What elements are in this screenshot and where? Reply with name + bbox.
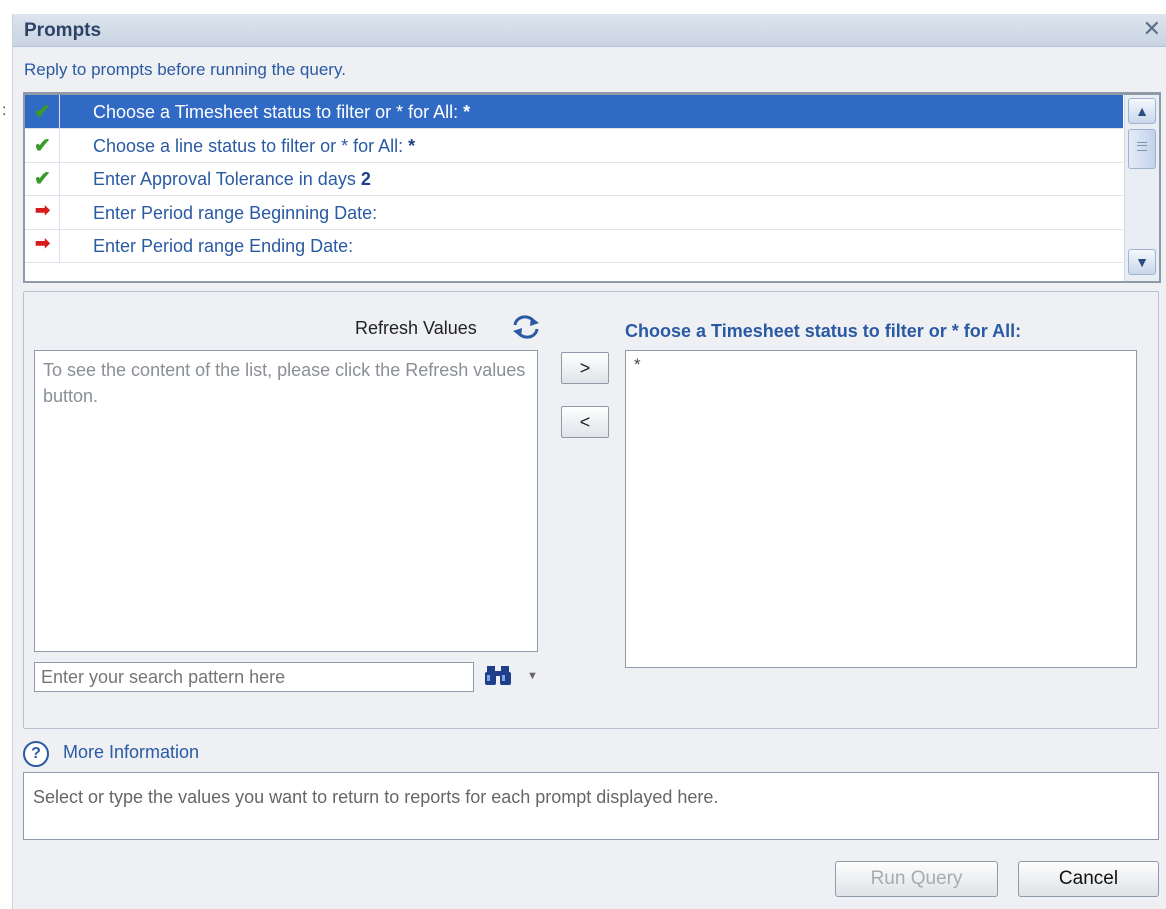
prompt-status-cell: ✔ bbox=[25, 162, 60, 195]
edge-mark: : bbox=[2, 102, 7, 119]
prompts-dialog: Prompts ✕ Reply to prompts before runnin… bbox=[12, 14, 1166, 909]
search-options-chevron-down-icon[interactable]: ▼ bbox=[527, 670, 538, 682]
available-values-hint: To see the content of the list, please c… bbox=[43, 360, 526, 406]
selected-values-list[interactable]: * bbox=[625, 350, 1137, 668]
prompt-row[interactable]: ➡ Enter Period range Ending Date: bbox=[25, 229, 1123, 263]
prompt-value: * bbox=[408, 135, 416, 156]
cancel-button[interactable]: Cancel bbox=[1018, 861, 1159, 897]
prompt-row[interactable]: ➡ Enter Period range Beginning Date: bbox=[25, 195, 1123, 230]
selected-values-title: Choose a Timesheet status to filter or *… bbox=[625, 321, 1022, 341]
info-text: Select or type the values you want to re… bbox=[33, 787, 719, 807]
prompt-status-cell: ✔ bbox=[25, 128, 60, 162]
close-icon[interactable]: ✕ bbox=[1143, 16, 1161, 42]
check-icon: ✔ bbox=[34, 168, 51, 190]
binoculars-search-icon[interactable] bbox=[484, 664, 512, 692]
more-information-link[interactable]: More Information bbox=[63, 742, 199, 763]
check-icon: ✔ bbox=[34, 134, 51, 157]
dialog-title: Prompts bbox=[24, 20, 102, 41]
refresh-icon[interactable] bbox=[511, 314, 541, 340]
prompt-status-cell: ➡ bbox=[25, 195, 60, 229]
red-arrow-icon: ➡ bbox=[35, 199, 51, 220]
prompt-text: Choose a Timesheet status to filter or *… bbox=[93, 102, 471, 122]
add-value-button[interactable]: > bbox=[561, 352, 609, 384]
help-icon[interactable]: ? bbox=[23, 741, 49, 767]
scroll-down-button[interactable]: ▼ bbox=[1128, 249, 1156, 275]
prompt-status-cell: ➡ bbox=[25, 229, 60, 262]
selected-value-item[interactable]: * bbox=[634, 355, 641, 375]
values-panel: Refresh Values To see the content of the… bbox=[23, 291, 1159, 729]
scroll-thumb[interactable] bbox=[1128, 129, 1156, 169]
dialog-subtitle: Reply to prompts before running the quer… bbox=[24, 60, 346, 79]
prompt-text: Enter Period range Beginning Date: bbox=[93, 202, 378, 223]
check-icon: ✔ bbox=[34, 101, 51, 123]
prompt-row[interactable]: ✔ Enter Approval Tolerance in days 2 bbox=[25, 162, 1123, 196]
refresh-values-label[interactable]: Refresh Values bbox=[355, 318, 477, 339]
prompt-row[interactable]: ✔ Choose a line status to filter or * for… bbox=[25, 128, 1123, 163]
prompt-text: Enter Approval Tolerance in days 2 bbox=[93, 169, 371, 189]
search-input[interactable] bbox=[34, 662, 474, 692]
title-bar: Prompts ✕ bbox=[13, 14, 1166, 47]
prompt-status-cell: ✔ bbox=[25, 95, 60, 128]
prompt-list: ✔ Choose a Timesheet status to filter or … bbox=[23, 92, 1161, 283]
prompt-list-scrollbar[interactable]: ▲ ▼ bbox=[1124, 95, 1159, 281]
info-box: Select or type the values you want to re… bbox=[23, 772, 1159, 840]
prompt-row[interactable]: ✔ Choose a Timesheet status to filter or … bbox=[25, 95, 1123, 129]
red-arrow-icon: ➡ bbox=[35, 233, 51, 253]
available-values-list[interactable]: To see the content of the list, please c… bbox=[34, 350, 538, 652]
run-query-button[interactable]: Run Query bbox=[835, 861, 998, 897]
remove-value-button[interactable]: < bbox=[561, 406, 609, 438]
prompt-value: * bbox=[463, 102, 471, 122]
prompt-text: Choose a line status to filter or * for … bbox=[93, 135, 416, 156]
prompt-text: Enter Period range Ending Date: bbox=[93, 236, 354, 256]
scroll-up-button[interactable]: ▲ bbox=[1128, 98, 1156, 124]
prompt-value: 2 bbox=[360, 169, 371, 189]
